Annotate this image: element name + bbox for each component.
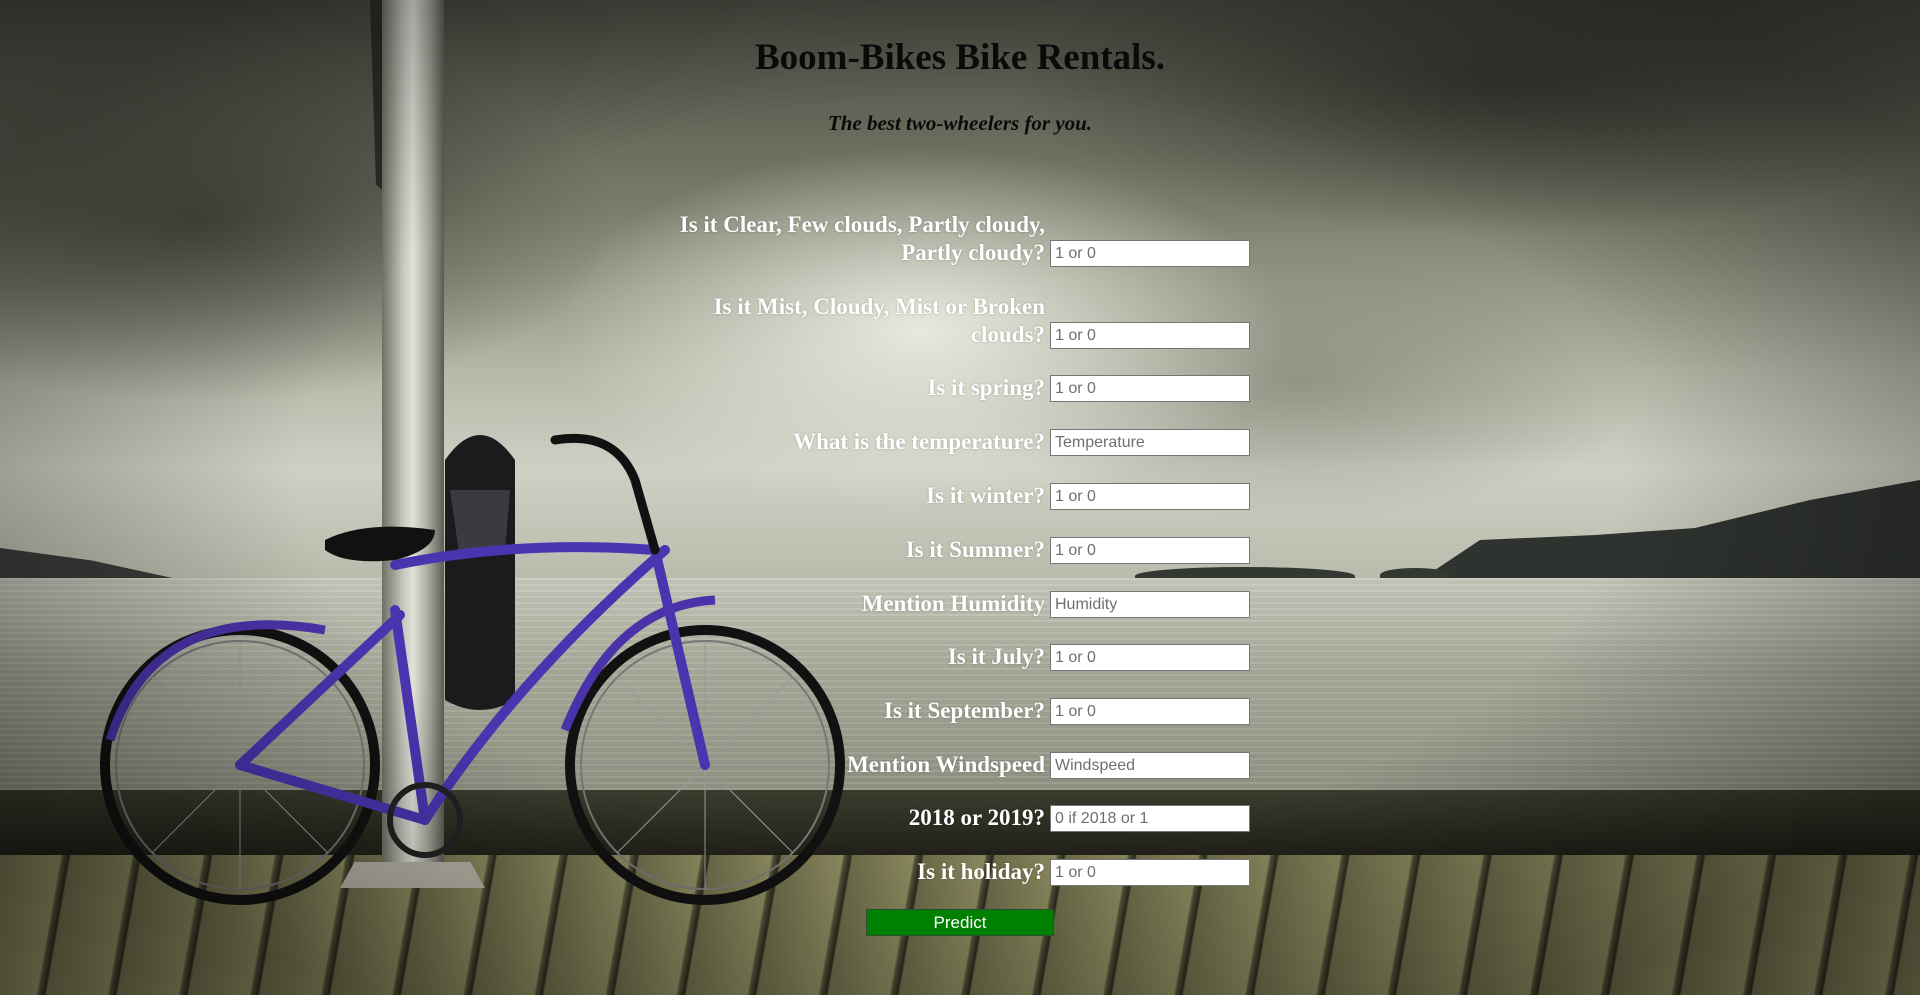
form-row: Is it Clear, Few clouds, Partly cloudy, … <box>660 212 1250 267</box>
form-row: What is the temperature? <box>660 427 1250 456</box>
spring-input[interactable] <box>1050 375 1250 402</box>
form-row: Is it September? <box>660 696 1250 725</box>
page-content: Boom-Bikes Bike Rentals. The best two-wh… <box>0 0 1920 995</box>
humidity-input[interactable] <box>1050 591 1250 618</box>
weather-clear-input[interactable] <box>1050 240 1250 267</box>
predict-button[interactable]: Predict <box>866 909 1054 936</box>
form-row: Mention Windspeed <box>660 750 1250 779</box>
form-row: Is it holiday? <box>660 857 1250 886</box>
form-row: Is it winter? <box>660 481 1250 510</box>
september-input[interactable] <box>1050 698 1250 725</box>
field-label: Is it holiday? <box>917 859 1045 884</box>
holiday-input[interactable] <box>1050 859 1250 886</box>
form-row: 2018 or 2019? <box>660 803 1250 832</box>
field-label: 2018 or 2019? <box>908 805 1045 830</box>
year-input[interactable] <box>1050 805 1250 832</box>
page-title: Boom-Bikes Bike Rentals. <box>754 37 1166 78</box>
field-label: Is it spring? <box>927 375 1045 400</box>
field-label: Is it September? <box>884 698 1045 723</box>
field-label: Is it Mist, Cloudy, Mist or Broken cloud… <box>713 294 1045 347</box>
field-label: Is it Clear, Few clouds, Partly cloudy, … <box>679 212 1045 265</box>
winter-input[interactable] <box>1050 483 1250 510</box>
form-row: Is it Mist, Cloudy, Mist or Broken cloud… <box>660 294 1250 349</box>
field-label: Is it Summer? <box>905 537 1045 562</box>
page-subtitle: The best two-wheelers for you. <box>827 111 1093 135</box>
field-label: What is the temperature? <box>793 429 1045 454</box>
form-row: Is it spring? <box>660 373 1250 402</box>
form-row: Is it Summer? <box>660 535 1250 564</box>
temperature-input[interactable] <box>1050 429 1250 456</box>
field-label: Mention Windspeed <box>847 752 1045 777</box>
field-label: Is it July? <box>947 644 1045 669</box>
weather-mist-input[interactable] <box>1050 322 1250 349</box>
field-label: Is it winter? <box>926 483 1045 508</box>
field-label: Mention Humidity <box>861 591 1045 616</box>
form-row: Mention Humidity <box>660 589 1250 618</box>
summer-input[interactable] <box>1050 537 1250 564</box>
july-input[interactable] <box>1050 644 1250 671</box>
windspeed-input[interactable] <box>1050 752 1250 779</box>
form-row: Is it July? <box>660 642 1250 671</box>
